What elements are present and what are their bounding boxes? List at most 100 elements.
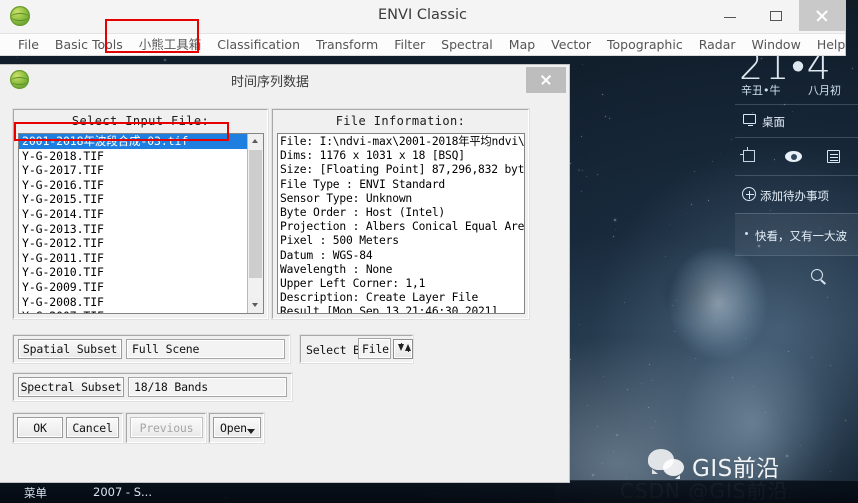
file-information-panel: File Information: File: I:\ndvi-max\2001… (272, 109, 529, 319)
file-information-label: File Information: (335, 114, 466, 128)
file-list-item[interactable]: Y-G-2010.TIF (19, 265, 247, 280)
maximize-icon (770, 11, 782, 21)
menu-item-0[interactable]: File (10, 34, 47, 56)
widget-row-news[interactable]: 快看，又有一大波 (735, 213, 858, 255)
search-icon[interactable] (811, 269, 823, 281)
file-info-line: Size: [Floating Point] 87,296,832 bytes. (280, 163, 525, 177)
dialog-title-bar: 时间序列数据 (0, 65, 568, 95)
menu-item-2[interactable]: 小熊工具箱 (131, 34, 210, 56)
select-input-file-label: Select Input File: (71, 114, 210, 128)
ok-button[interactable]: OK (17, 417, 63, 438)
widget-row-search[interactable] (735, 255, 858, 295)
file-list-item[interactable]: Y-G-2018.TIF (19, 149, 247, 164)
maximize-button[interactable] (753, 0, 799, 31)
menu-item-4[interactable]: Transform (308, 34, 386, 56)
envi-title-bar: ENVI Classic (0, 0, 845, 33)
menu-item-5[interactable]: Filter (386, 34, 433, 56)
monitor-icon (743, 114, 756, 127)
open-group: Open (209, 413, 264, 443)
menu-item-1[interactable]: Basic Tools (47, 34, 131, 56)
menu-item-8[interactable]: Vector (543, 34, 599, 56)
select-by-group: Select By File (300, 335, 413, 363)
dialog-close-button[interactable] (526, 67, 566, 93)
file-list-item[interactable]: Y-G-2014.TIF (19, 207, 247, 222)
caret-down-icon (247, 429, 255, 434)
file-list-item[interactable]: Y-G-2011.TIF (19, 251, 247, 266)
file-info-line: Upper Left Corner: 1,1 (280, 276, 426, 290)
menu-item-3[interactable]: Classification (209, 34, 308, 56)
file-list-scrollbar[interactable] (247, 134, 263, 313)
scrollbar-thumb[interactable] (249, 150, 262, 278)
spatial-subset-value: Full Scene (126, 339, 285, 359)
menu-item-10[interactable]: Radar (691, 34, 744, 56)
file-info-line: Dims: 1176 x 1031 x 18 [BSQ] (280, 149, 465, 163)
widget-row-desktop[interactable]: 桌面 (735, 104, 858, 137)
file-info-line: Wavelength : None (280, 262, 393, 276)
close-icon (815, 9, 829, 23)
file-list-item[interactable]: Y-G-2017.TIF (19, 163, 247, 178)
plus-circle-icon (742, 187, 756, 201)
file-info-line: Projection : Albers Conical Equal Area (280, 220, 525, 234)
widget-lunar-right: 八月初 (808, 84, 841, 97)
dialog-title: 时间序列数据 (230, 75, 309, 90)
close-icon (540, 74, 552, 86)
previous-group: Previous (126, 413, 206, 443)
widget-row-icons[interactable] (735, 137, 858, 175)
minimize-button[interactable] (707, 0, 753, 31)
file-list[interactable]: 2001-2018年波段合成-03.tif Y-G-2018.TIF Y-G-201… (19, 134, 247, 313)
bullet-dot-icon (745, 232, 748, 235)
note-icon[interactable] (827, 150, 840, 163)
cancel-button[interactable]: Cancel (66, 417, 119, 438)
file-list-item[interactable]: Y-G-2012.TIF (19, 236, 247, 251)
file-info-line: Sensor Type: Unknown (280, 191, 413, 205)
menu-item-9[interactable]: Topographic (599, 34, 691, 56)
file-list-item[interactable]: Y-G-2007.TIF (19, 309, 247, 313)
menu-item-11[interactable]: Window (744, 34, 809, 56)
file-listbox[interactable]: 2001-2018年波段合成-03.tif Y-G-2018.TIF Y-G-201… (18, 133, 264, 314)
previous-button[interactable]: Previous (130, 417, 203, 438)
file-list-item[interactable]: Y-G-2009.TIF (19, 280, 247, 295)
envi-main-window: ENVI Classic File Basic Tools 小熊工具箱 Classif… (0, 0, 846, 56)
close-button[interactable] (799, 0, 845, 31)
taskbar-app-item[interactable]: 2007 - S... (93, 485, 152, 499)
desktop-widget-panel: 21•4 辛丑•牛 八月初 桌面 添加待办事项 快看，又有一大波 (735, 44, 858, 480)
menu-item-6[interactable]: Spectral (433, 34, 501, 56)
widget-desktop-label: 桌面 (762, 115, 785, 129)
spatial-subset-button[interactable]: Spatial Subset (18, 339, 122, 359)
eye-icon[interactable] (785, 151, 802, 162)
file-information-text: File: I:\ndvi-max\2001-2018年平均ndvi\波段 Dim… (277, 133, 525, 314)
spectral-subset-button[interactable]: Spectral Subset (18, 377, 124, 397)
minimize-icon (724, 17, 736, 19)
screen: 21•4 辛丑•牛 八月初 桌面 添加待办事项 快看，又有一大波 GIS前沿 C… (0, 0, 858, 503)
taskbar-menu-button[interactable]: 菜单 (24, 485, 47, 501)
open-button[interactable]: Open (213, 417, 261, 438)
crop-icon[interactable] (740, 147, 755, 162)
menu-item-12[interactable]: Help (809, 34, 854, 56)
file-info-line: Datum : WGS-84 (280, 248, 373, 262)
window-controls (707, 0, 845, 31)
file-list-item[interactable]: Y-G-2013.TIF (19, 222, 247, 237)
menu-item-7[interactable]: Map (501, 34, 543, 56)
file-info-line: File: I:\ndvi-max\2001-2018年平均ndvi\波段 (280, 135, 525, 148)
file-list-item[interactable]: Y-G-2016.TIF (19, 178, 247, 193)
widget-row-add-todo[interactable]: 添加待办事项 (735, 175, 858, 213)
select-input-file-panel: Select Input File: 2001-2018年波段合成-03.tif… (13, 109, 268, 319)
chevron-down-icon[interactable] (248, 298, 263, 313)
file-info-line: Pixel : 500 Meters (280, 234, 399, 248)
file-info-line: Description: Create Layer File (280, 291, 479, 305)
ok-cancel-group: OK Cancel (13, 413, 123, 443)
chevron-up-icon[interactable] (248, 134, 263, 149)
file-list-item[interactable]: Y-G-2008.TIF (19, 295, 247, 310)
file-list-item[interactable]: Y-G-2015.TIF (19, 192, 247, 207)
spectral-subset-group: Spectral Subset 18/18 Bands (13, 373, 292, 401)
file-list-item-selected[interactable]: 2001-2018年波段合成-03.tif (19, 134, 247, 149)
file-info-line: File Type : ENVI Standard (280, 177, 446, 191)
dialog-body: Select Input File: 2001-2018年波段合成-03.tif… (0, 95, 568, 482)
spatial-subset-group: Spatial Subset Full Scene (13, 335, 290, 363)
sort-updown-icon[interactable] (393, 339, 413, 359)
file-info-line: Byte Order : Host (Intel) (280, 205, 446, 219)
widget-lunar-left: 辛丑•牛 (741, 84, 781, 97)
file-info-line: Result [Mon Sep 13 21:46:30 2021] (280, 305, 498, 314)
select-by-value[interactable]: File (358, 338, 391, 359)
envi-menu-bar: File Basic Tools 小熊工具箱 Classification Transf… (0, 33, 845, 56)
